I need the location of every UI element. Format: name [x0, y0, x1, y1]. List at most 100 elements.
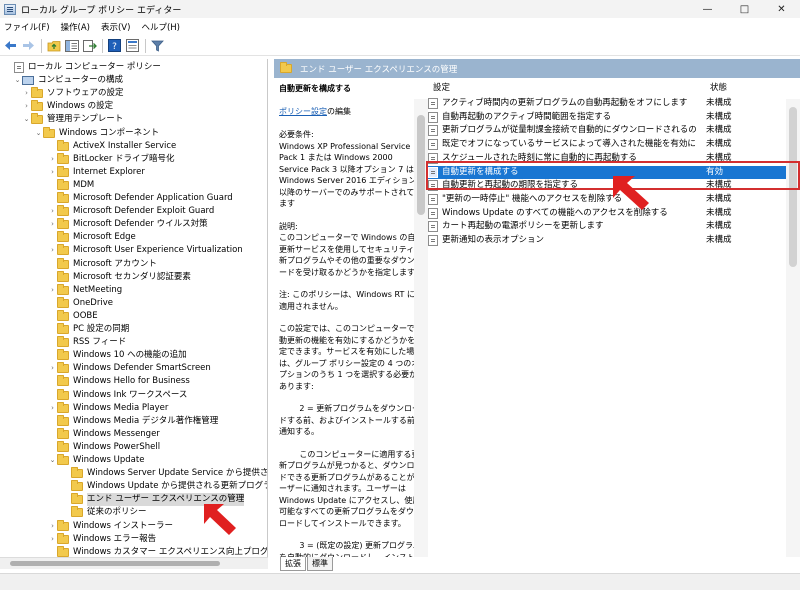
tree-node[interactable]: Microsoft Edge: [48, 231, 136, 244]
tree-node[interactable]: Windows Messenger: [48, 427, 160, 441]
tree-expander-icon[interactable]: ›: [48, 244, 57, 257]
tree-node[interactable]: › Microsoft Defender Exploit Guard: [48, 205, 214, 218]
back-button[interactable]: [2, 37, 19, 54]
tree-expander-icon[interactable]: ⌄: [34, 127, 43, 140]
menu-action[interactable]: 操作(A): [61, 21, 90, 33]
tree-node[interactable]: › Windows インストーラー: [48, 519, 173, 533]
tree-node[interactable]: Windows Update から提供される更新プログラムの: [62, 480, 267, 493]
properties-button[interactable]: [124, 37, 141, 54]
tree-expander-icon[interactable]: ›: [22, 100, 31, 113]
setting-row[interactable]: 更新プログラムが従量制課金接続で自動的にダウンロードされるのを… 未構成: [428, 124, 788, 137]
minimize-button[interactable]: —: [689, 0, 726, 18]
tree-node[interactable]: › BitLocker ドライブ暗号化: [48, 152, 175, 166]
menu-help[interactable]: ヘルプ(H): [141, 21, 180, 33]
tree-node-label: OOBE: [73, 310, 98, 321]
tree-expander-icon[interactable]: ›: [22, 87, 31, 100]
folder-icon: [31, 100, 43, 112]
filter-button[interactable]: [149, 37, 166, 54]
export-list-button[interactable]: [81, 37, 98, 54]
menu-file[interactable]: ファイル(F): [4, 21, 50, 33]
description-scroll-thumb[interactable]: [417, 115, 425, 215]
tree-node[interactable]: › Windows Media Player: [48, 401, 168, 415]
tree-scroll-thumb[interactable]: [10, 561, 220, 566]
svg-text:?: ?: [112, 42, 117, 52]
folder-icon: [57, 205, 69, 217]
tree-node[interactable]: › Windows エラー報告: [48, 532, 156, 546]
setting-row[interactable]: 既定でオフになっているサービスによって導入された機能を有効にする 未構成: [428, 138, 788, 151]
tree-node[interactable]: › Internet Explorer: [48, 165, 145, 179]
tree-node[interactable]: Windows Media デジタル著作権管理: [48, 414, 218, 428]
tree-node[interactable]: ⌄ Windows Update: [48, 454, 144, 467]
tree-node[interactable]: Windows 10 への機能の追加: [48, 349, 187, 362]
tree-expander-icon[interactable]: ›: [48, 284, 57, 297]
show-hide-tree-button[interactable]: [63, 37, 80, 54]
tree-node[interactable]: › Microsoft User Experience Virtualizatio…: [48, 244, 243, 257]
annotation-arrow-tree: [204, 504, 236, 535]
up-one-level-button[interactable]: [45, 37, 62, 54]
tab-standard[interactable]: 標準: [307, 557, 333, 571]
tree-node[interactable]: ⌄ 管理用テンプレート: [22, 113, 123, 126]
column-header-state[interactable]: 状態: [710, 81, 727, 94]
tree-node[interactable]: ローカル コンピューター ポリシー: [5, 61, 161, 74]
folder-icon: [57, 454, 69, 465]
tree-node[interactable]: › Microsoft Defender ウイルス対策: [48, 218, 208, 231]
policy-setting-icon: [428, 193, 438, 205]
tree-node[interactable]: Windows Hello for Business: [48, 375, 190, 388]
tab-extended[interactable]: 拡張: [280, 557, 306, 571]
tree-expander-icon[interactable]: ›: [48, 402, 57, 415]
column-header-setting[interactable]: 設定: [433, 81, 450, 94]
tree-node[interactable]: ActiveX Installer Service: [48, 139, 176, 153]
tree-node[interactable]: RSS フィード: [48, 336, 126, 349]
setting-row[interactable]: 更新通知の表示オプション 未構成: [428, 234, 788, 247]
tree-expander-icon[interactable]: ›: [48, 533, 57, 546]
forward-arrow-icon: [23, 41, 34, 50]
tree-node[interactable]: OOBE: [48, 309, 98, 323]
tree-expander-icon[interactable]: ⌄: [22, 113, 31, 126]
tree-node-label: 従来のポリシー: [87, 507, 147, 518]
tree-node[interactable]: ⌄ Windows コンポーネント: [34, 126, 159, 140]
tree-node[interactable]: Microsoft Defender Application Guard: [48, 192, 233, 205]
tree-node[interactable]: Windows PowerShell: [48, 440, 160, 454]
tree-node[interactable]: Windows カスタマー エクスペリエンス向上プログラム: [48, 545, 267, 557]
tree-node[interactable]: › ソフトウェアの設定: [22, 87, 124, 100]
tree-expander-icon[interactable]: ›: [48, 218, 57, 231]
maximize-button[interactable]: □: [726, 0, 763, 18]
view-tabs: 拡張 標準: [274, 557, 800, 572]
tree-node[interactable]: Microsoft セカンダリ認証要素: [48, 270, 191, 284]
setting-row[interactable]: カート再起動の電源ポリシーを更新します 未構成: [428, 220, 788, 233]
tree-node[interactable]: 従来のポリシー: [62, 506, 147, 519]
tree-node[interactable]: › Windows Defender SmartScreen: [48, 362, 211, 375]
edit-policy-link[interactable]: ポリシー設定: [279, 107, 327, 116]
tree-node[interactable]: Microsoft アカウント: [48, 257, 157, 271]
tree-expander-icon[interactable]: ›: [48, 205, 57, 218]
tree-expander-icon[interactable]: ›: [48, 520, 57, 533]
tree-expander-icon[interactable]: ›: [48, 362, 57, 375]
setting-name-cell: 更新通知の表示オプション: [428, 234, 696, 247]
close-button[interactable]: ✕: [763, 0, 800, 18]
tree-expander-icon[interactable]: ›: [48, 153, 57, 166]
folder-icon: [57, 349, 69, 361]
policy-setting-icon: [428, 111, 438, 123]
folder-icon: [31, 87, 43, 99]
setting-row[interactable]: 自動再起動のアクティブ時間範囲を指定する 未構成: [428, 111, 788, 124]
tree-node-label: OneDrive: [73, 297, 113, 308]
menu-view[interactable]: 表示(V): [101, 21, 130, 33]
tree-node[interactable]: PC 設定の同期: [48, 323, 129, 336]
tree-node[interactable]: › Windows の設定: [22, 100, 113, 113]
forward-button[interactable]: [20, 37, 37, 54]
setting-row[interactable]: アクティブ時間内の更新プログラムの自動再起動をオフにします 未構成: [428, 97, 788, 110]
tree-horizontal-scrollbar[interactable]: [0, 557, 268, 569]
tree-node[interactable]: Windows Ink ワークスペース: [48, 388, 187, 402]
console-tree[interactable]: ローカル コンピューター ポリシー ⌄ コンピューターの構成 › ソフトウェアの設定 › W…: [0, 59, 268, 557]
tree-expander-icon[interactable]: ⌄: [13, 74, 22, 87]
tree-node[interactable]: ⌄ コンピューターの構成: [13, 74, 123, 87]
tree-node[interactable]: OneDrive: [48, 296, 113, 310]
tree-node[interactable]: › NetMeeting: [48, 283, 122, 297]
help-button[interactable]: ?: [106, 37, 123, 54]
tree-node[interactable]: Windows Server Update Service から提供される: [62, 467, 267, 480]
tree-node[interactable]: MDM: [48, 178, 94, 192]
tree-expander-icon[interactable]: ⌄: [48, 454, 57, 467]
tree-expander-icon[interactable]: ›: [48, 166, 57, 179]
setting-name-cell: Windows Update のすべての機能へのアクセスを削除する: [428, 207, 696, 220]
section-title: エンド ユーザー エクスペリエンスの管理: [300, 64, 458, 75]
